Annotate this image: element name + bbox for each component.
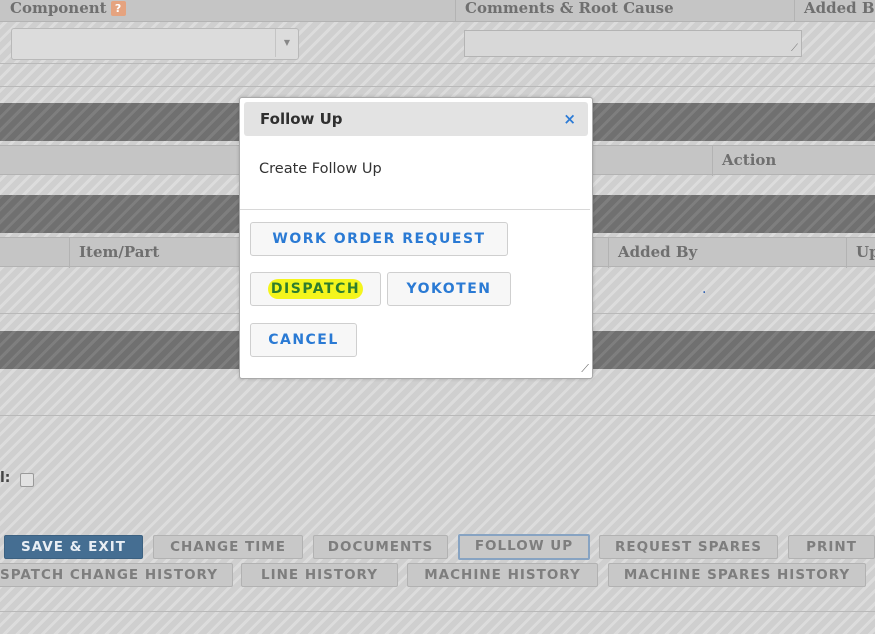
work-order-request-button[interactable]: WORK ORDER REQUEST [250, 222, 508, 256]
resize-handle-icon[interactable]: ⟋ [581, 362, 589, 376]
dialog-divider [240, 209, 590, 210]
machine-spares-history-button[interactable]: MACHINE SPARES HISTORY [608, 563, 866, 587]
dialog-title: Follow Up [260, 110, 343, 128]
change-time-button[interactable]: CHANGE TIME [153, 535, 303, 559]
resize-grip-icon: ⟋ [791, 43, 798, 54]
field-checkbox[interactable] [20, 473, 34, 487]
divider [0, 415, 875, 416]
dispatch-button[interactable]: DISPATCH [250, 272, 381, 306]
chevron-down-icon: ▼ [275, 29, 298, 57]
machine-history-button[interactable]: MACHINE HISTORY [407, 563, 598, 587]
table1-header: Component? Comments & Root Cause Added B [0, 0, 875, 22]
close-icon[interactable]: × [563, 102, 576, 136]
comments-textarea[interactable]: ⟋ [464, 30, 802, 57]
print-button[interactable]: PRINT [788, 535, 875, 559]
yokoten-button[interactable]: YOKOTEN [387, 272, 511, 306]
col-added-by: Added By [618, 243, 698, 261]
table3-cell: . [702, 281, 707, 297]
col-action: Action [722, 151, 777, 169]
documents-button[interactable]: DOCUMENTS [313, 535, 448, 559]
dialog-title-bar: Follow Up × [244, 102, 588, 136]
request-spares-button[interactable]: REQUEST SPARES [599, 535, 778, 559]
col-item-part: Item/Part [79, 243, 160, 261]
component-select[interactable]: ▼ [11, 28, 299, 60]
field-label: l: [0, 470, 11, 486]
save-exit-button[interactable]: SAVE & EXIT [4, 535, 143, 559]
col-updated: Up [856, 243, 875, 261]
help-icon[interactable]: ? [110, 1, 126, 16]
line-history-button[interactable]: LINE HISTORY [241, 563, 398, 587]
col-component: Component? [0, 0, 455, 22]
cancel-button[interactable]: CANCEL [250, 323, 357, 357]
divider [0, 86, 875, 87]
divider [0, 63, 875, 64]
dialog-body-text: Create Follow Up [259, 161, 382, 177]
col-component-label: Component [10, 0, 107, 17]
dispatch-label: DISPATCH [267, 279, 364, 299]
col-added-by: Added B [804, 0, 875, 17]
follow-up-button[interactable]: FOLLOW UP [458, 534, 590, 560]
col-comments: Comments & Root Cause [465, 0, 674, 17]
dispatch-change-history-button[interactable]: SPATCH CHANGE HISTORY [0, 563, 233, 587]
divider [0, 611, 875, 612]
follow-up-dialog: Follow Up × Create Follow Up WORK ORDER … [239, 97, 593, 379]
